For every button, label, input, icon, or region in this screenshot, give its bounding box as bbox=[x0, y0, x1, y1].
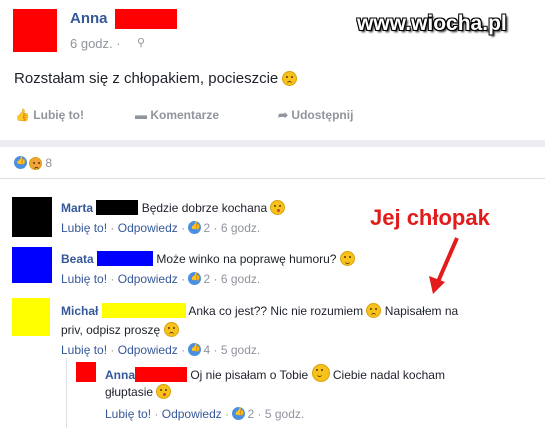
author-redaction bbox=[135, 367, 187, 382]
like-reaction-icon bbox=[14, 156, 27, 169]
comment-text-part2: Napisałem na bbox=[384, 304, 459, 318]
like-link[interactable]: Lubię to! bbox=[105, 407, 151, 421]
like-count-icon bbox=[188, 272, 202, 285]
avatar-anna-reply[interactable] bbox=[76, 362, 96, 382]
share-arrow-icon: ➦ bbox=[278, 108, 289, 122]
avatar-michal[interactable] bbox=[12, 298, 50, 336]
reply-author[interactable]: Anna bbox=[105, 368, 135, 382]
smile-emoji-icon bbox=[311, 364, 330, 382]
comment-meta-beata: Lubię to! · Odpowiedz · 2 · 6 godz. bbox=[61, 272, 260, 286]
comment-time[interactable]: 6 godz. bbox=[221, 221, 260, 235]
reply-anna-line2: głuptasie bbox=[105, 384, 172, 399]
comment-icon: ▬ bbox=[135, 108, 147, 122]
post-author[interactable]: Anna bbox=[70, 10, 108, 27]
author-redaction bbox=[101, 303, 186, 318]
reactions-count: 8 bbox=[45, 156, 53, 170]
like-count-icon bbox=[232, 407, 246, 420]
friends-icon: ⚲ bbox=[137, 37, 146, 49]
like-count-icon bbox=[188, 221, 202, 234]
like-link[interactable]: Lubię to! bbox=[61, 272, 107, 286]
sad-emoji-icon bbox=[366, 303, 382, 318]
post-avatar[interactable] bbox=[13, 9, 57, 52]
comment-time[interactable]: 5 godz. bbox=[265, 407, 304, 421]
annotation-label: Jej chłopak bbox=[370, 205, 490, 230]
like-count: 2 bbox=[203, 272, 211, 286]
like-link[interactable]: Lubię to! bbox=[61, 343, 107, 357]
reply-link[interactable]: Odpowiedz bbox=[118, 221, 178, 235]
comment-text: Może winko na poprawę humoru? bbox=[156, 252, 337, 266]
author-redaction bbox=[97, 251, 154, 266]
comment-author[interactable]: Marta bbox=[61, 201, 93, 215]
comment-author[interactable]: Michał bbox=[61, 304, 98, 318]
like-count-icon bbox=[188, 343, 202, 356]
post-text: Rozstałam się z chłopakiem, pocieszcie bbox=[14, 70, 279, 87]
comment-marta: Marta Będzie dobrze kochana bbox=[61, 200, 286, 215]
comment-text-part1: Anka co jest?? Nic nie rozumiem bbox=[188, 304, 364, 318]
comment-meta-michal: Lubię to! · Odpowiedz · 4 · 5 godz. bbox=[61, 343, 260, 357]
reply-anna-line1: Anna Oj nie pisałam o Tobie Ciebie nadal… bbox=[105, 364, 445, 382]
share-action[interactable]: ➦ Udostępnij bbox=[278, 108, 353, 122]
comment-michal-line1: Michał Anka co jest?? Nic nie rozumiem N… bbox=[61, 303, 458, 318]
watermark: www.wiocha.pl bbox=[357, 12, 507, 35]
avatar-marta[interactable] bbox=[12, 197, 52, 237]
comment-time[interactable]: 6 godz. bbox=[221, 272, 260, 286]
comment-time[interactable]: 5 godz. bbox=[221, 343, 260, 357]
reactions-summary[interactable]: 8 bbox=[14, 156, 52, 170]
thumbs-up-icon: 👍 bbox=[15, 108, 30, 122]
annotation-arrow bbox=[429, 237, 459, 294]
like-count: 2 bbox=[247, 407, 255, 421]
comment-author[interactable]: Beata bbox=[61, 252, 94, 266]
comment-meta-marta: Lubię to! · Odpowiedz · 2 · 6 godz. bbox=[61, 221, 260, 235]
comment-beata: Beata Może winko na poprawę humoru? bbox=[61, 251, 355, 266]
sad-emoji-icon bbox=[282, 71, 298, 86]
reply-text-part3: głuptasie bbox=[105, 385, 154, 399]
comment-text: Będzie dobrze kochana bbox=[141, 201, 268, 215]
sad-reaction-icon bbox=[29, 157, 42, 170]
comment-action[interactable]: ▬ Komentarze bbox=[135, 108, 219, 122]
smile-emoji-icon bbox=[339, 251, 355, 266]
reply-link[interactable]: Odpowiedz bbox=[162, 407, 222, 421]
post-text-row: Rozstałam się z chłopakiem, pocieszcie bbox=[14, 70, 298, 87]
avatar-beata[interactable] bbox=[12, 247, 52, 283]
reply-text-part2: Ciebie nadal kocham bbox=[332, 368, 445, 382]
reply-meta-anna: Lubię to! · Odpowiedz · 2 · 5 godz. bbox=[105, 407, 304, 421]
like-count: 2 bbox=[203, 221, 211, 235]
sad-emoji-icon bbox=[163, 322, 179, 337]
like-count: 4 bbox=[203, 343, 211, 357]
reply-thread-line bbox=[66, 358, 67, 428]
kiss-emoji-icon bbox=[270, 200, 286, 215]
reply-text-part1: Oj nie pisałam o Tobie bbox=[190, 368, 309, 382]
author-redaction bbox=[115, 9, 177, 29]
comment-text-part3: priv, odpisz proszę bbox=[61, 323, 161, 337]
author-redaction bbox=[96, 200, 139, 215]
like-link[interactable]: Lubię to! bbox=[61, 221, 107, 235]
comments-divider bbox=[0, 178, 545, 179]
reply-link[interactable]: Odpowiedz bbox=[118, 343, 178, 357]
kiss-emoji-icon bbox=[156, 384, 172, 399]
like-action[interactable]: 👍 Lubię to! bbox=[15, 108, 84, 122]
post-time[interactable]: 6 godz. · bbox=[70, 36, 121, 51]
comment-michal-line2: priv, odpisz proszę bbox=[61, 322, 179, 337]
divider bbox=[0, 140, 545, 147]
reply-link[interactable]: Odpowiedz bbox=[118, 272, 178, 286]
